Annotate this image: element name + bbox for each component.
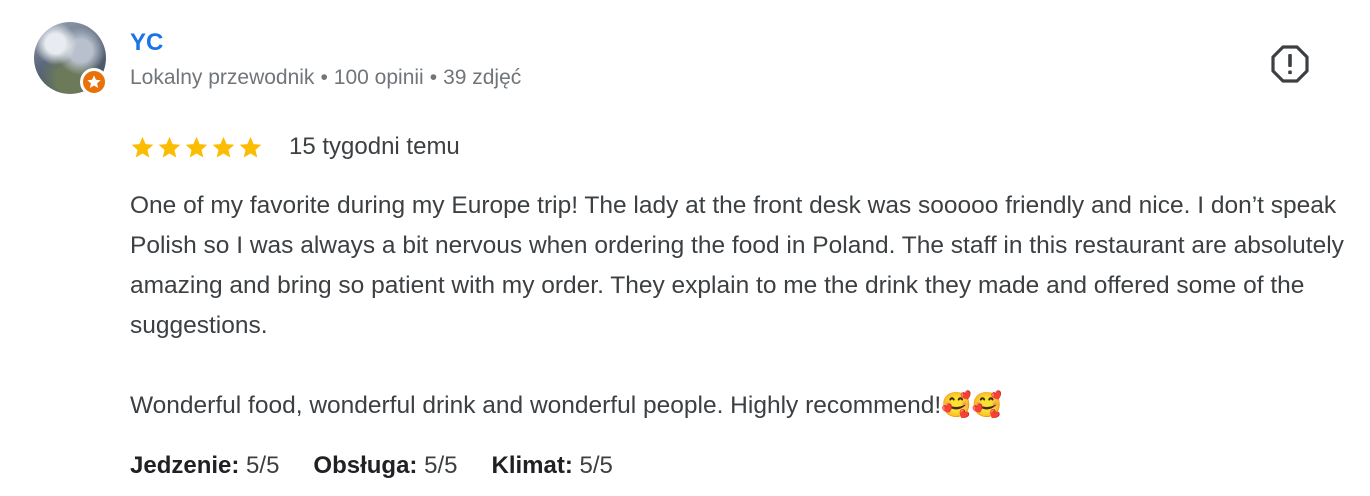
sub-rating-value: 5/5 [246, 452, 280, 479]
star-icon [185, 136, 208, 157]
local-guide-star-icon [87, 75, 101, 88]
author-meta: Lokalny przewodnik • 100 opinii • 39 zdjęć [130, 64, 521, 92]
star-icon [212, 136, 235, 157]
sub-rating-value: 5/5 [424, 452, 458, 479]
review-card: YC Lokalny przewodnik • 100 opinii • 39 zdję… [0, 0, 1370, 496]
local-guide-badge-icon [80, 68, 108, 96]
sub-rating-label: Jedzenie: [130, 452, 240, 479]
review-count: 100 opinii [333, 66, 424, 89]
sub-rating-service: Obsługa: 5/5 [313, 448, 457, 484]
star-icon [239, 136, 262, 157]
sub-rating-food: Jedzenie: 5/5 [130, 448, 279, 484]
review-paragraph: Wonderful food, wonderful drink and wond… [130, 392, 1003, 419]
avatar[interactable] [34, 22, 108, 96]
report-flag-icon [1271, 45, 1309, 83]
local-guide-label: Lokalny przewodnik [130, 66, 315, 89]
review-date: 15 tygodni temu [289, 133, 460, 160]
sub-ratings: Jedzenie: 5/5 Obsługa: 5/5 Klimat: 5/5 [130, 448, 613, 484]
star-rating [130, 135, 263, 160]
separator-dot: • [429, 66, 438, 89]
sub-rating-label: Obsługa: [313, 452, 418, 479]
star-icon [158, 136, 181, 157]
star-icon [131, 136, 154, 157]
review-paragraph: One of my favorite during my Europe trip… [130, 192, 1344, 339]
review-text: One of my favorite during my Europe trip… [130, 186, 1345, 426]
report-button[interactable] [1266, 40, 1314, 88]
rating-row: 15 tygodni temu [130, 130, 460, 164]
photo-count: 39 zdjęć [443, 66, 522, 89]
author-name[interactable]: YC [130, 28, 163, 58]
sub-rating-atmosphere: Klimat: 5/5 [491, 448, 612, 484]
sub-rating-value: 5/5 [579, 452, 613, 479]
separator-dot: • [320, 66, 328, 89]
sub-rating-label: Klimat: [491, 452, 573, 479]
